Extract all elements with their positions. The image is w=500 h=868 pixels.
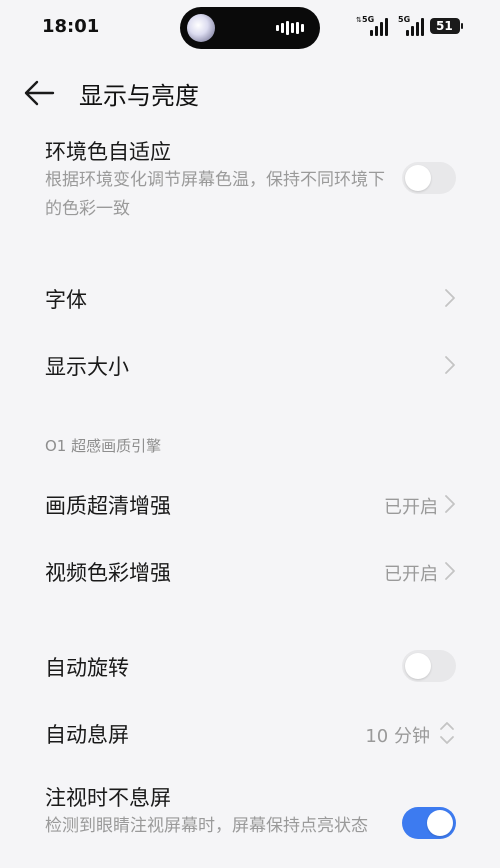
setting-auto-sleep[interactable]: 自动息屏 10 分钟 <box>0 707 500 759</box>
ambient-color-toggle[interactable] <box>402 162 456 194</box>
gaze-awake-toggle[interactable] <box>402 807 456 839</box>
setting-font[interactable]: 字体 <box>0 272 500 324</box>
setting-title: 自动旋转 <box>45 656 129 680</box>
battery-level: 51 <box>436 19 453 33</box>
chevron-right-icon <box>445 356 455 374</box>
setting-title: 字体 <box>45 288 87 312</box>
audio-waveform-icon <box>276 21 304 35</box>
section-label-o1-engine: O1 超感画质引擎 <box>45 437 162 455</box>
setting-title: 显示大小 <box>45 355 129 379</box>
toggle-knob <box>405 653 431 679</box>
back-arrow-icon[interactable] <box>22 78 56 108</box>
chevron-right-icon <box>445 495 455 513</box>
page-title: 显示与亮度 <box>79 82 199 110</box>
setting-value: 已开启 <box>384 564 438 585</box>
setting-description: 根据环境变化调节屏幕色温，保持不同环境下的色彩一致 <box>45 170 385 219</box>
setting-title: 画质超清增强 <box>45 494 171 518</box>
setting-ambient-color[interactable]: 环境色自适应 根据环境变化调节屏幕色温，保持不同环境下的色彩一致 <box>0 128 500 228</box>
battery-icon: 51 <box>430 18 463 34</box>
status-time: 18:01 <box>42 16 100 37</box>
setting-title: 注视时不息屏 <box>45 786 171 810</box>
setting-value: 已开启 <box>384 497 438 518</box>
setting-title: 自动息屏 <box>45 723 129 747</box>
chevron-right-icon <box>445 289 455 307</box>
auto-rotate-toggle[interactable] <box>402 650 456 682</box>
chevron-right-icon <box>445 562 455 580</box>
setting-value: 10 分钟 <box>365 726 430 747</box>
setting-description: 检测到眼睛注视屏幕时，屏幕保持点亮状态 <box>45 816 368 836</box>
signal-sim1-icon: ⇅ 5G <box>356 15 388 36</box>
up-down-chevron-icon <box>440 722 454 744</box>
header: 显示与亮度 <box>0 64 500 122</box>
setting-image-enhance[interactable]: 画质超清增强 已开启 <box>0 478 500 530</box>
setting-gaze-awake[interactable]: 注视时不息屏 检测到眼睛注视屏幕时，屏幕保持点亮状态 <box>0 776 500 868</box>
setting-video-color[interactable]: 视频色彩增强 已开启 <box>0 545 500 597</box>
album-art-icon <box>187 14 215 42</box>
signal-sim2-icon: 5G <box>394 15 424 36</box>
setting-auto-rotate[interactable]: 自动旋转 <box>0 640 500 692</box>
dynamic-island[interactable] <box>180 7 320 49</box>
setting-display-size[interactable]: 显示大小 <box>0 339 500 391</box>
toggle-knob <box>405 165 431 191</box>
setting-title: 视频色彩增强 <box>45 561 171 585</box>
status-bar: 18:01 ⇅ 5G 5G 51 <box>0 0 500 56</box>
toggle-knob <box>427 810 453 836</box>
setting-title: 环境色自适应 <box>45 140 171 164</box>
